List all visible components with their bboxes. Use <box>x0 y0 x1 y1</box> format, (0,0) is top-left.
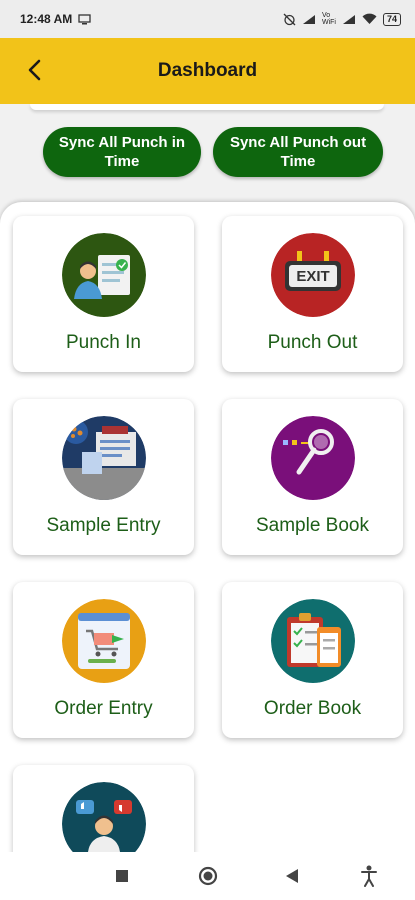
dashboard-panel: Punch In EXIT Punch Out Sample Entry Sam… <box>0 202 415 862</box>
feedback-card[interactable] <box>13 765 194 862</box>
punch-in-label: Punch In <box>66 332 141 353</box>
status-time: 12:48 AM <box>20 12 73 26</box>
cart-icon <box>61 599 146 683</box>
app-bar: Dashboard <box>0 38 415 104</box>
punch-in-icon <box>61 233 146 317</box>
punch-in-card[interactable]: Punch In <box>13 216 194 372</box>
vowifi-label: Vo WiFi <box>321 12 336 26</box>
sample-book-label: Sample Book <box>255 515 369 536</box>
order-book-card[interactable]: Order Book <box>222 582 403 738</box>
screen-cast-icon <box>78 13 91 24</box>
exit-sign-text: EXIT <box>296 268 329 285</box>
header-strip <box>30 104 384 110</box>
sync-punch-in-label: Sync All Punch in Time <box>58 134 186 170</box>
back-arrow-icon[interactable] <box>22 56 50 84</box>
sync-punch-in-button[interactable]: Sync All Punch in Time <box>43 127 201 177</box>
sync-punch-out-label: Sync All Punch out Time <box>229 134 367 170</box>
order-entry-label: Order Entry <box>54 698 153 719</box>
order-entry-card[interactable]: Order Entry <box>13 582 194 738</box>
signal-icon <box>302 14 315 24</box>
punch-out-label: Punch Out <box>267 332 358 353</box>
signal-icon-2 <box>342 14 355 24</box>
feedback-icon <box>61 782 146 862</box>
status-bar: 12:48 AM Vo WiFi 74 <box>0 0 415 38</box>
accessibility-icon[interactable] <box>360 865 378 887</box>
battery-icon: 74 <box>382 12 401 26</box>
wifi-icon <box>362 13 377 24</box>
home-icon[interactable] <box>198 866 218 886</box>
sample-entry-label: Sample Entry <box>46 515 161 536</box>
sample-entry-card[interactable]: Sample Entry <box>13 399 194 555</box>
back-nav-icon[interactable] <box>285 868 299 884</box>
sync-punch-out-button[interactable]: Sync All Punch out Time <box>213 127 383 177</box>
punch-out-card[interactable]: EXIT Punch Out <box>222 216 403 372</box>
alarm-off-icon <box>283 13 296 25</box>
recent-apps-icon[interactable] <box>116 870 128 882</box>
sample-entry-icon <box>61 416 146 500</box>
sample-book-card[interactable]: Sample Book <box>222 399 403 555</box>
order-book-label: Order Book <box>263 698 362 719</box>
magnifier-icon <box>270 416 355 500</box>
system-nav-bar <box>0 852 415 900</box>
clipboard-checklist-icon <box>270 599 355 683</box>
page-title: Dashboard <box>157 60 258 81</box>
exit-sign-icon: EXIT <box>270 233 355 317</box>
